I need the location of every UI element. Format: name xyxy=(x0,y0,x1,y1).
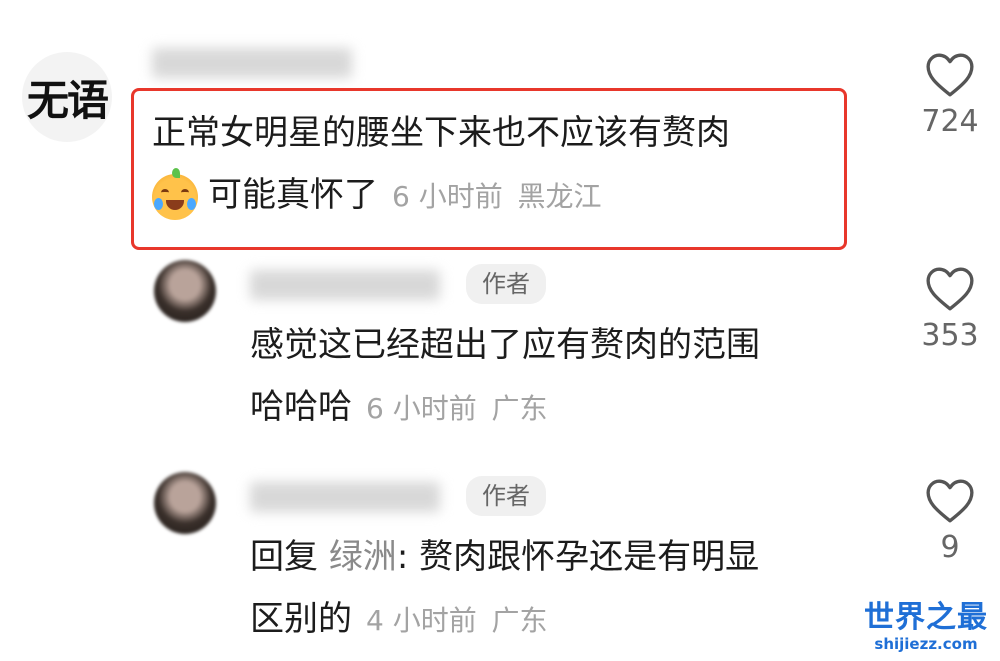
watermark: 世界之最 shijiezz.com xyxy=(864,600,988,654)
comment-line: : 赘肉跟怀孕还是有明显 xyxy=(396,537,760,577)
avatar[interactable] xyxy=(154,472,216,534)
heart-outline-icon[interactable] xyxy=(925,478,975,524)
comment-location: 广东 xyxy=(491,392,548,425)
watermark-main: 世界之最 xyxy=(864,600,988,635)
comment-text: 感觉这已经超出了应有赘肉的范围 xyxy=(250,316,760,374)
comment-time: 6 小时前 xyxy=(366,392,477,425)
highlight-box xyxy=(131,88,847,250)
like-count: 724 xyxy=(921,104,979,139)
like-count: 9 xyxy=(940,530,960,565)
avatar[interactable]: 无语 xyxy=(22,52,112,142)
comment-text: 区别的 4 小时前 广东 xyxy=(250,590,548,650)
comment-location: 广东 xyxy=(491,604,548,637)
comment-line: 哈哈哈 xyxy=(250,387,352,427)
heart-outline-icon[interactable] xyxy=(925,52,975,98)
like-count: 353 xyxy=(921,318,979,353)
author-tag: 作者 xyxy=(466,476,546,516)
comment-text: 回复 绿洲: 赘肉跟怀孕还是有明显 xyxy=(250,528,759,586)
username-blurred[interactable] xyxy=(250,270,440,300)
like-button[interactable]: 724 xyxy=(910,52,990,139)
reply-to-user[interactable]: 绿洲 xyxy=(329,537,397,577)
avatar[interactable] xyxy=(154,260,216,322)
like-button[interactable]: 9 xyxy=(910,478,990,565)
reply-prefix: 回复 xyxy=(250,537,318,577)
username-blurred[interactable] xyxy=(152,48,352,78)
comment-time: 4 小时前 xyxy=(366,604,477,637)
like-button[interactable]: 353 xyxy=(910,266,990,353)
author-tag: 作者 xyxy=(466,264,546,304)
watermark-url: shijiezz.com xyxy=(874,635,978,653)
heart-outline-icon[interactable] xyxy=(925,266,975,312)
comment-line: 区别的 xyxy=(250,599,352,639)
comment-line: 感觉这已经超出了应有赘肉的范围 xyxy=(250,325,760,365)
username-blurred[interactable] xyxy=(250,482,440,512)
comment-text: 哈哈哈 6 小时前 广东 xyxy=(250,378,548,438)
